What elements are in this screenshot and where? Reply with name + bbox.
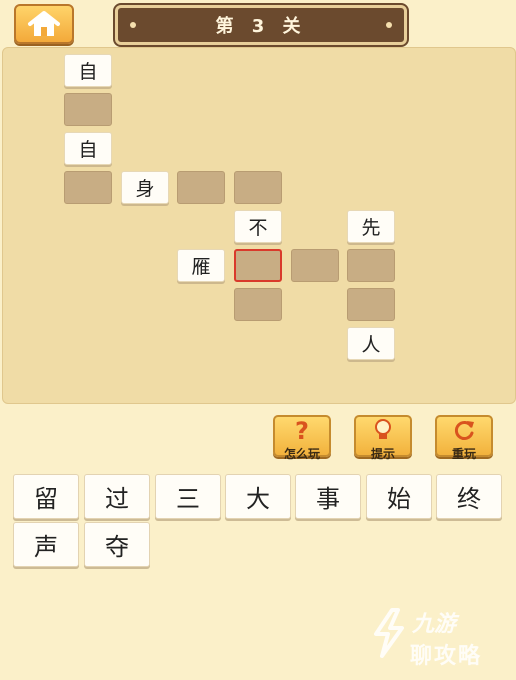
candidate-tile[interactable]: 大 <box>225 474 291 519</box>
board-cell[interactable] <box>64 93 112 126</box>
question-icon: ? <box>295 417 309 443</box>
level-title: 第 3 关 <box>215 16 307 37</box>
watermark-subtitle: 聊攻略 <box>410 644 483 669</box>
candidate-tile[interactable]: 事 <box>295 474 361 519</box>
level-title-bar: 第 3 关 <box>115 5 407 45</box>
lightbulb-icon <box>375 419 391 439</box>
puzzle-board: 自 自 身 不 先 雁 人 <box>2 47 516 404</box>
board-cell[interactable]: 先 <box>347 210 395 243</box>
svg-text:?: ? <box>295 417 309 443</box>
board-cell[interactable]: 人 <box>347 327 395 360</box>
restart-label: 重玩 <box>451 447 476 461</box>
board-cell[interactable]: 雁 <box>177 249 225 282</box>
hint-label: 提示 <box>370 447 395 461</box>
refresh-icon <box>454 421 474 440</box>
candidate-tile[interactable]: 声 <box>13 522 79 567</box>
watermark-brand: 九游 <box>412 612 457 637</box>
home-button[interactable] <box>14 4 74 44</box>
candidate-tile[interactable]: 三 <box>155 474 221 519</box>
title-decoration-dot <box>130 22 136 28</box>
board-cell[interactable] <box>64 171 112 204</box>
board-cell-selected[interactable] <box>234 249 282 282</box>
board-cell[interactable] <box>347 249 395 282</box>
watermark-logo-icon <box>374 608 404 658</box>
title-decoration-dot <box>386 22 392 28</box>
board-cell[interactable]: 不 <box>234 210 282 243</box>
board-cell[interactable]: 自 <box>64 132 112 165</box>
board-cell[interactable] <box>347 288 395 321</box>
how-to-play-label: 怎么玩 <box>283 447 320 461</box>
candidate-tile[interactable]: 夺 <box>84 522 150 567</box>
board-cell[interactable] <box>291 249 339 282</box>
home-icon <box>28 11 60 36</box>
board-cell[interactable] <box>234 171 282 204</box>
candidate-tile[interactable]: 留 <box>13 474 79 519</box>
watermark: 九游 聊攻略 <box>368 602 508 674</box>
candidate-tile[interactable]: 过 <box>84 474 150 519</box>
candidate-tile[interactable]: 始 <box>366 474 432 519</box>
candidate-tile[interactable]: 终 <box>436 474 502 519</box>
board-cell[interactable]: 自 <box>64 54 112 87</box>
board-cell[interactable] <box>234 288 282 321</box>
board-cell[interactable]: 身 <box>121 171 169 204</box>
board-cell[interactable] <box>177 171 225 204</box>
